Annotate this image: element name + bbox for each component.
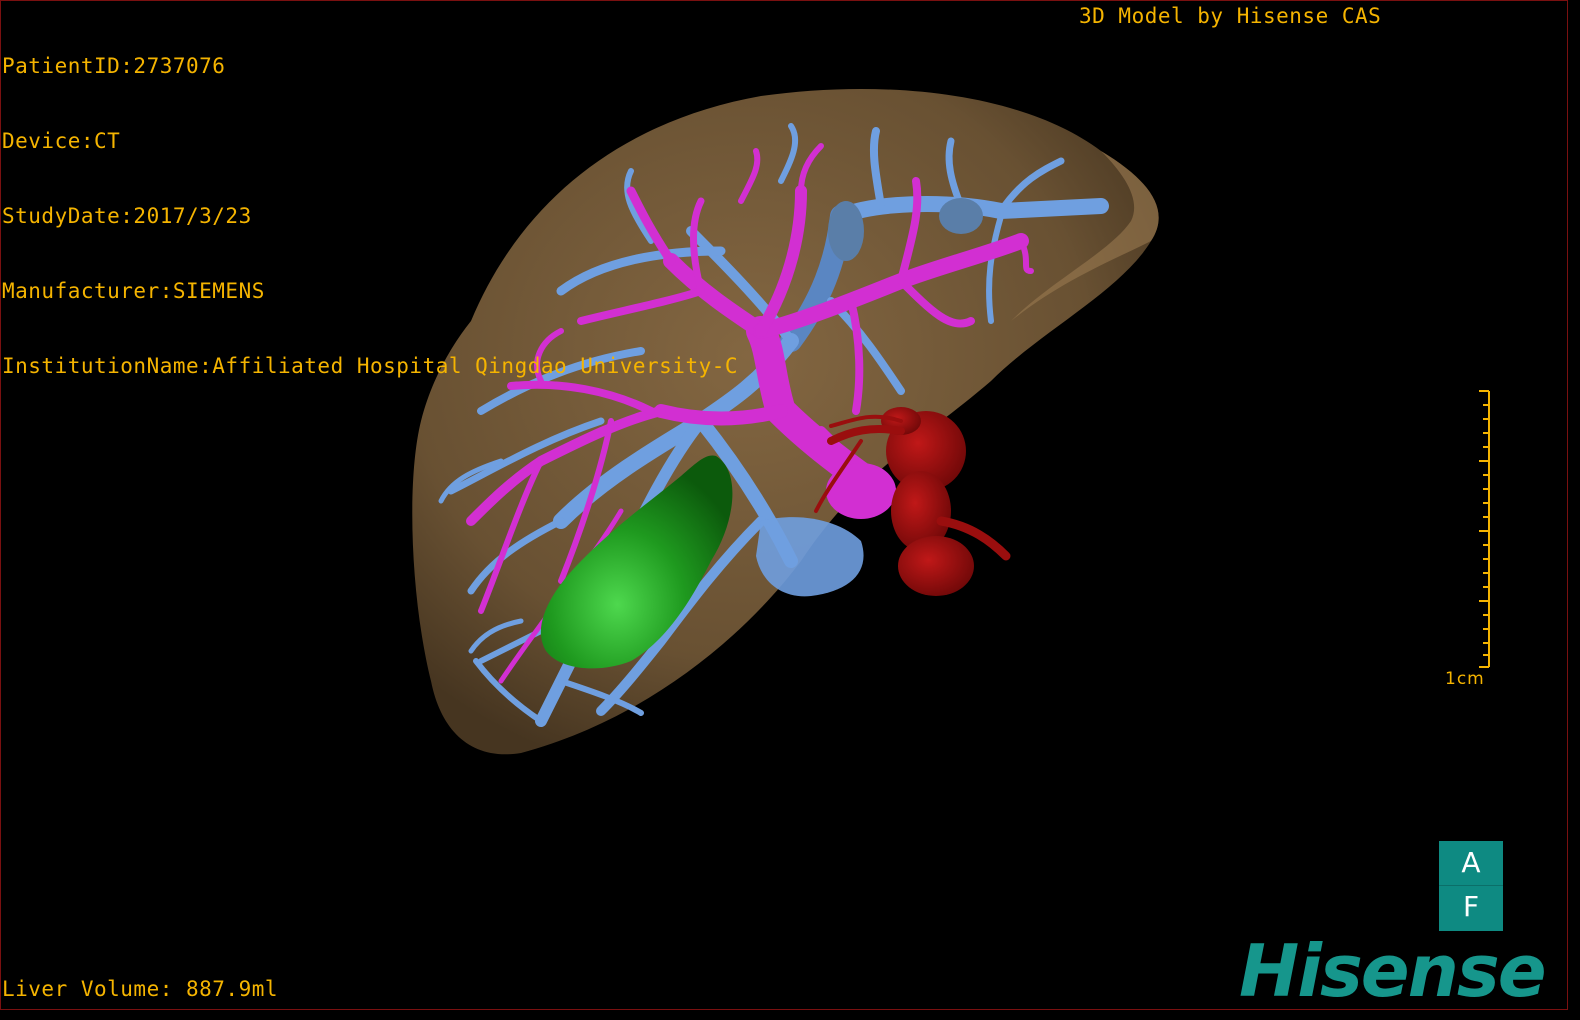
device: Device:CT (2, 129, 121, 153)
hisense-logo: Hisense (1239, 929, 1547, 1010)
3d-viewport[interactable]: PatientID:2737076 Device:CT StudyDate:20… (0, 0, 1568, 1010)
institution-name: InstitutionName:Affiliated Hospital Qing… (2, 354, 739, 378)
ivc-segment (828, 201, 864, 261)
study-date: StudyDate:2017/3/23 (2, 204, 252, 228)
manufacturer: Manufacturer:SIEMENS (2, 279, 265, 303)
orientation-foot-label: F (1462, 890, 1480, 923)
scale-bar (1479, 390, 1490, 668)
scale-label: 1cm (1445, 669, 1485, 689)
patient-id: PatientID:2737076 (2, 54, 226, 78)
hepatic-vein-confluence (939, 198, 983, 234)
caudate-region (756, 517, 864, 597)
orientation-divider (1439, 885, 1503, 886)
hepatic-artery (881, 407, 974, 596)
patient-info-overlay: PatientID:2737076 Device:CT StudyDate:20… (2, 4, 738, 429)
model-credit: 3D Model by Hisense CAS (1079, 4, 1382, 28)
liver-volume-readout: Liver Volume: 887.9ml (2, 977, 279, 1001)
orientation-cube[interactable]: A F (1439, 841, 1503, 931)
portal-vein-trunk (826, 463, 896, 519)
orientation-anterior-label: A (1461, 846, 1481, 879)
